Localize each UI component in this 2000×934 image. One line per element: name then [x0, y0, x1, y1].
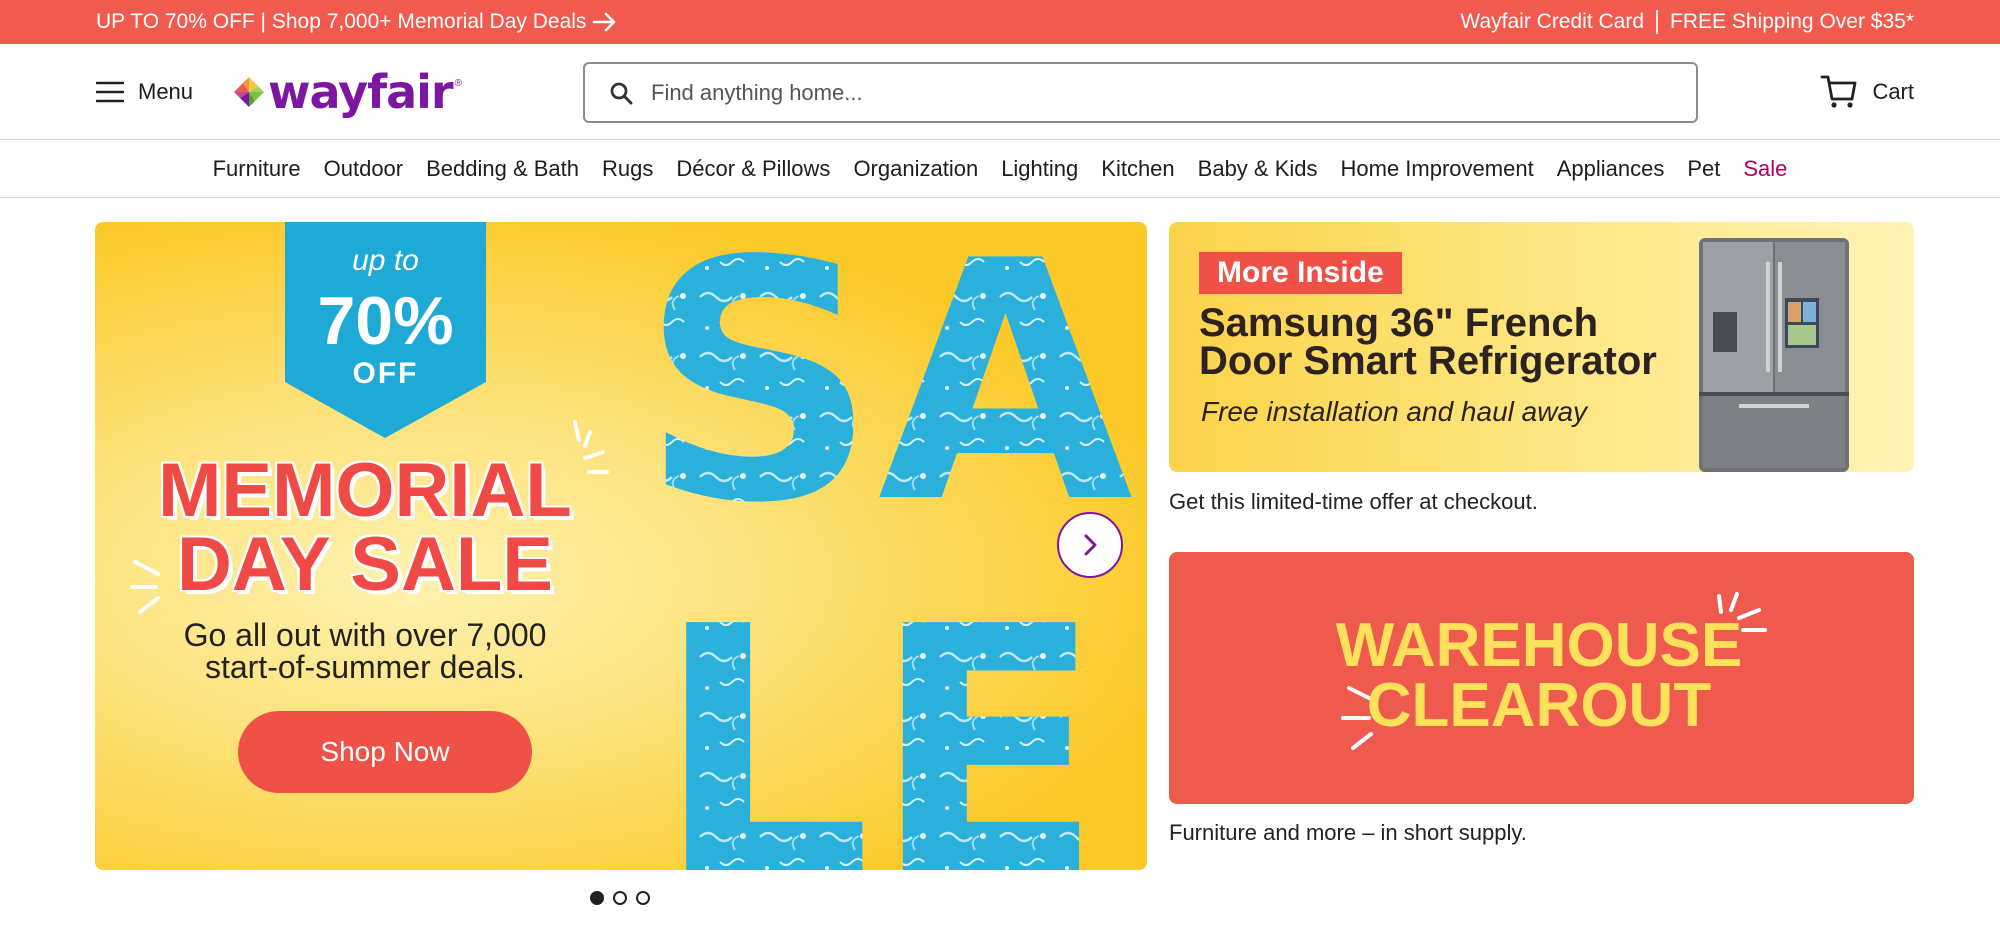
hero-title: MEMORIAL DAY SALE [115, 448, 615, 607]
samsung-promo-banner[interactable]: More Inside Samsung 36" French Door Smar… [1169, 222, 1914, 472]
site-header: Menu wayfair ® Cart [0, 44, 2000, 140]
nav-furniture[interactable]: Furniture [213, 156, 301, 182]
hero-subtitle-line2: start-of-summer deals. [204, 649, 526, 685]
nav-appliances[interactable]: Appliances [1557, 156, 1665, 182]
hero-subtitle: Go all out with over 7,000 start-of-summ… [155, 619, 575, 683]
carousel-dots [590, 891, 650, 905]
cart-button[interactable]: Cart [1820, 72, 1914, 112]
menu-label: Menu [138, 79, 194, 104]
ribbon-up-to: up to [352, 244, 419, 277]
menu-button[interactable]: Menu [96, 72, 193, 112]
nav-kitchen[interactable]: Kitchen [1101, 156, 1174, 182]
refrigerator-image [1699, 238, 1849, 472]
promo-deals-link[interactable]: UP TO 70% OFF | Shop 7,000+ Memorial Day… [96, 0, 618, 44]
credit-card-link[interactable]: Wayfair Credit Card [1460, 10, 1644, 34]
nav-decor-pillows[interactable]: Décor & Pillows [676, 156, 830, 182]
svg-text:LE: LE [655, 555, 1104, 870]
carousel-next-button[interactable] [1057, 512, 1123, 578]
nav-pet[interactable]: Pet [1687, 156, 1720, 182]
carousel-dot-3[interactable] [636, 891, 650, 905]
cart-label: Cart [1872, 79, 1914, 104]
ribbon-off: OFF [352, 357, 419, 390]
arrow-right-icon [593, 12, 616, 32]
svg-text:SA: SA [640, 222, 1135, 575]
hero-title-line1: MEMORIAL [158, 448, 572, 533]
promo-deals-text: UP TO 70% OFF | Shop 7,000+ Memorial Day… [96, 10, 587, 33]
search-bar [583, 62, 1698, 123]
carousel-dot-1[interactable] [590, 891, 604, 905]
warehouse-caption[interactable]: Furniture and more – in short supply. [1169, 820, 1527, 846]
warehouse-title-line2: CLEAROUT [1366, 671, 1712, 740]
more-inside-badge: More Inside [1199, 252, 1402, 294]
wayfair-logo[interactable]: wayfair ® [232, 64, 462, 120]
warehouse-clearout-banner[interactable]: WAREHOUSE CLEAROUT [1169, 552, 1914, 804]
nav-baby-kids[interactable]: Baby & Kids [1198, 156, 1318, 182]
shop-now-button[interactable]: Shop Now [238, 711, 532, 793]
promo-divider [1656, 10, 1659, 34]
samsung-title-line1: Samsung 36" French [1199, 301, 1599, 345]
search-icon[interactable] [609, 81, 633, 105]
samsung-title-line2: Door Smart Refrigerator [1199, 339, 1657, 383]
promo-right-links: Wayfair Credit Card FREE Shipping Over $… [1460, 0, 1914, 44]
samsung-title: Samsung 36" French Door Smart Refrigerat… [1199, 301, 1669, 383]
warehouse-title: WAREHOUSE CLEAROUT [1329, 611, 1749, 740]
cart-icon [1821, 75, 1857, 108]
hamburger-icon [96, 81, 124, 103]
wayfair-pinwheel-icon [234, 77, 264, 107]
nav-rugs[interactable]: Rugs [602, 156, 653, 182]
nav-sale[interactable]: Sale [1743, 156, 1787, 182]
chevron-right-icon [1084, 534, 1097, 556]
search-input[interactable] [651, 79, 1651, 106]
hero-subtitle-line1: Go all out with over 7,000 [183, 617, 547, 653]
nav-organization[interactable]: Organization [853, 156, 978, 182]
hero-banner[interactable]: SA LE up to 70% OFF MEMORIAL DAY SALE Go… [95, 222, 1147, 870]
category-nav: Furniture Outdoor Bedding & Bath Rugs Dé… [0, 141, 2000, 198]
promo-bar: UP TO 70% OFF | Shop 7,000+ Memorial Day… [0, 0, 2000, 44]
nav-lighting[interactable]: Lighting [1001, 156, 1078, 182]
logo-registered: ® [454, 77, 462, 89]
free-shipping-link[interactable]: FREE Shipping Over $35* [1670, 10, 1914, 34]
nav-bedding-bath[interactable]: Bedding & Bath [426, 156, 579, 182]
nav-home-improvement[interactable]: Home Improvement [1341, 156, 1534, 182]
samsung-subtitle: Free installation and haul away [1201, 396, 1588, 427]
hero-title-line2: DAY SALE [177, 522, 553, 607]
ribbon-percent: 70% [317, 283, 454, 359]
logo-wordmark: wayfair [268, 65, 454, 119]
samsung-caption[interactable]: Get this limited-time offer at checkout. [1169, 489, 1538, 515]
nav-outdoor[interactable]: Outdoor [324, 156, 404, 182]
carousel-dot-2[interactable] [613, 891, 627, 905]
warehouse-title-line1: WAREHOUSE [1335, 611, 1743, 680]
